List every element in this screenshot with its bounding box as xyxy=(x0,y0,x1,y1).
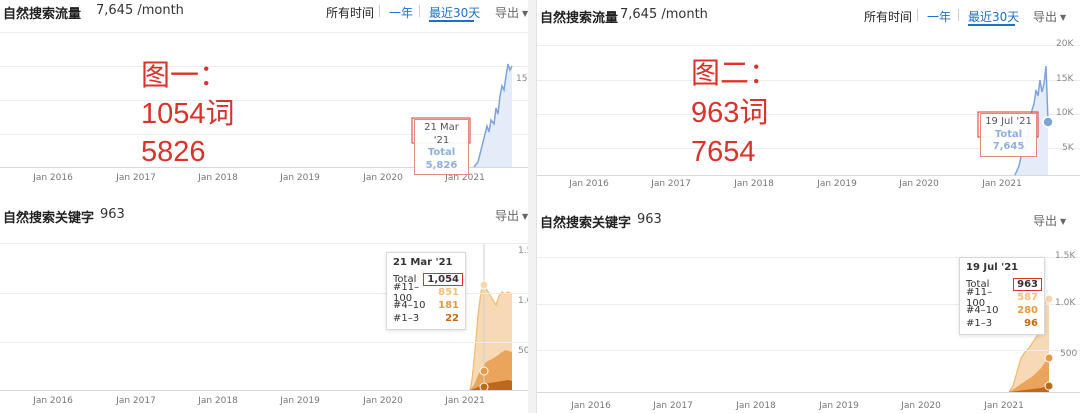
kw-y-tick: 50 xyxy=(518,346,528,356)
kw-y-tick: 1.0K xyxy=(1055,298,1076,308)
kw-y-tick: 1.5 xyxy=(518,246,528,256)
tooltip-row-label: #1–3 xyxy=(966,318,993,329)
kw-x-tick: Jan 2019 xyxy=(280,396,320,406)
gridline xyxy=(0,342,528,343)
kw-x-tick: Jan 2019 xyxy=(819,401,859,411)
kw-y-tick: 500 xyxy=(1060,349,1078,359)
kw-x-tick: Jan 2017 xyxy=(116,396,156,406)
tooltip-date: 19 Jul '21 xyxy=(985,116,1032,127)
tooltip-row-value: 22 xyxy=(445,313,459,324)
kw-point-4-10 xyxy=(479,366,489,376)
keywords-value: 963 xyxy=(100,207,125,222)
export-label: 导出 xyxy=(495,209,520,223)
tooltip-row-value: 587 xyxy=(1017,292,1038,303)
annotation-label: 图一： xyxy=(141,60,229,92)
tooltip-row-value: 96 xyxy=(1024,318,1038,329)
keywords-value: 963 xyxy=(637,212,662,227)
gridline xyxy=(537,350,1080,351)
tooltip-total: Total 5,826 xyxy=(425,147,458,171)
annotation-traffic-total: 7654 xyxy=(691,136,756,168)
tooltip-row-value: 181 xyxy=(438,300,459,311)
tooltip-row-label: #4–10 xyxy=(393,300,426,311)
kw-x-tick: Jan 2021 xyxy=(445,396,485,406)
keywords-tooltip: 19 Jul '21 Total 963 #11–100 587 #4–10 2… xyxy=(959,257,1045,335)
tooltip-row-value: 851 xyxy=(438,287,459,298)
export-label: 导出 xyxy=(1033,214,1058,228)
tooltip-date: 19 Jul '21 xyxy=(966,262,1019,273)
kw-x-tick: Jan 2016 xyxy=(33,396,73,406)
kw-x-tick: Jan 2016 xyxy=(571,401,611,411)
kw-point-4-10 xyxy=(1044,353,1054,363)
tooltip-row-value: 280 xyxy=(1017,305,1038,316)
screenshot-panel-2: 自然搜索流量 7,645 /month 所有时间 一年 最近30天 导出 ▼ 20… xyxy=(536,0,1080,413)
tooltip-row-1-3: #1–3 22 xyxy=(393,312,459,325)
chevron-down-icon: ▼ xyxy=(1060,217,1067,226)
kw-point-1-3 xyxy=(1044,381,1054,391)
kw-x-tick: Jan 2018 xyxy=(198,396,238,406)
annotation-label: 图二： xyxy=(691,58,779,90)
annotation-keyword-count: 963词 xyxy=(691,97,769,129)
kw-point-11-100 xyxy=(479,280,489,290)
annotation-keyword-count: 1054词 xyxy=(141,98,235,130)
screenshot-panel-1: 自然搜索流量 7,645 /month 所有时间 一年 最近30天 导出 ▼ 15… xyxy=(0,0,528,413)
tooltip-row-label: #4–10 xyxy=(966,305,999,316)
kw-y-tick: 1.0 xyxy=(518,296,528,306)
kw-x-tick: Jan 2021 xyxy=(984,401,1024,411)
keywords-export-button[interactable]: 导出 ▼ xyxy=(1033,212,1066,229)
gridline xyxy=(0,243,528,244)
traffic-tooltip: 21 Mar '21 Total 5,826 xyxy=(414,119,469,175)
tooltip-date: 21 Mar '21 xyxy=(393,257,453,268)
kw-x-tick: Jan 2020 xyxy=(363,396,403,406)
tooltip-date: 21 Mar '21 xyxy=(424,122,459,146)
tooltip-total: Total 7,645 xyxy=(992,128,1025,153)
keywords-title: 自然搜索关键字 xyxy=(3,211,95,226)
traffic-tooltip: 19 Jul '21 Total 7,645 xyxy=(980,113,1037,157)
kw-x-tick: Jan 2017 xyxy=(653,401,693,411)
keywords-export-button[interactable]: 导出 ▼ xyxy=(495,207,528,224)
kw-y-tick: 1.5K xyxy=(1055,251,1076,261)
tooltip-row-value: 963 xyxy=(1013,278,1042,291)
tooltip-row-11-100: #11–100 587 xyxy=(966,287,1038,309)
kw-x-tick: Jan 2020 xyxy=(901,401,941,411)
kw-x-tick: Jan 2018 xyxy=(736,401,776,411)
x-axis-line xyxy=(0,390,528,391)
traffic-hover-point xyxy=(1042,116,1054,128)
kw-point-11-100 xyxy=(1044,294,1054,304)
annotation-traffic-total: 5826 xyxy=(141,136,206,168)
panel-divider xyxy=(528,0,536,413)
keywords-title: 自然搜索关键字 xyxy=(540,216,632,231)
tooltip-row-1-3: #1–3 96 xyxy=(966,317,1038,330)
tooltip-row-label: #1–3 xyxy=(393,313,420,324)
x-axis-line xyxy=(537,392,1080,393)
tooltip-row-11-100: #11–100 851 xyxy=(393,282,459,304)
keywords-tooltip: 21 Mar '21 Total 1,054 #11–100 851 #4–10… xyxy=(386,252,466,330)
panel-2-chart-graphics xyxy=(977,65,1054,393)
traffic-area xyxy=(474,64,512,167)
chevron-down-icon: ▼ xyxy=(522,212,528,221)
